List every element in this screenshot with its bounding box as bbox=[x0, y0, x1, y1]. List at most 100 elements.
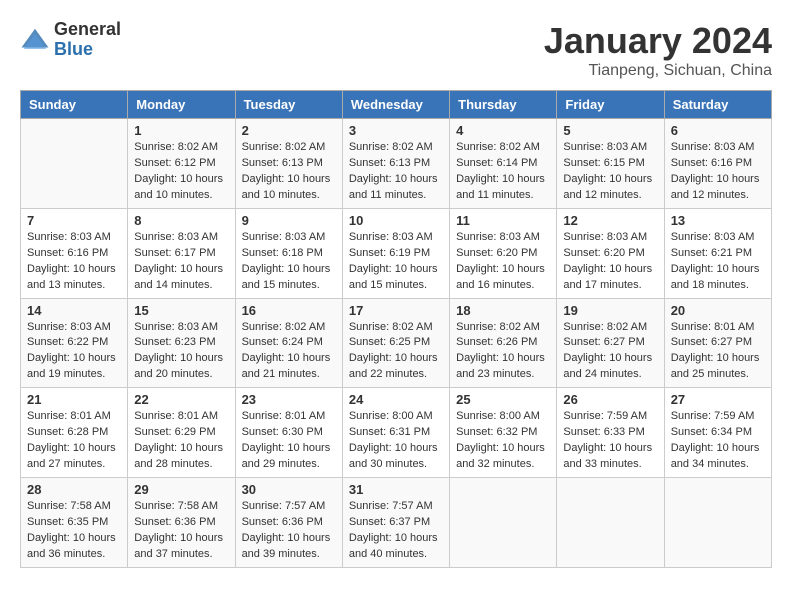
day-number: 15 bbox=[134, 303, 228, 318]
header-day: Saturday bbox=[664, 91, 771, 119]
calendar-day-cell: 5Sunrise: 8:03 AM Sunset: 6:15 PM Daylig… bbox=[557, 119, 664, 209]
day-number: 10 bbox=[349, 213, 443, 228]
day-info: Sunrise: 8:01 AM Sunset: 6:29 PM Dayligh… bbox=[134, 409, 228, 473]
day-number: 24 bbox=[349, 392, 443, 407]
calendar-day-cell: 4Sunrise: 8:02 AM Sunset: 6:14 PM Daylig… bbox=[450, 119, 557, 209]
day-number: 12 bbox=[563, 213, 657, 228]
header-day: Sunday bbox=[21, 91, 128, 119]
day-info: Sunrise: 7:57 AM Sunset: 6:37 PM Dayligh… bbox=[349, 499, 443, 563]
day-info: Sunrise: 8:02 AM Sunset: 6:25 PM Dayligh… bbox=[349, 320, 443, 384]
calendar-day-cell: 31 Sunrise: 7:57 AM Sunset: 6:37 PM Dayli… bbox=[342, 478, 449, 568]
day-number: 14 bbox=[27, 303, 121, 318]
calendar-day-cell: 22 Sunrise: 8:01 AM Sunset: 6:29 PM Dayli… bbox=[128, 388, 235, 478]
calendar-day-cell: 24 Sunrise: 8:00 AM Sunset: 6:31 PM Dayli… bbox=[342, 388, 449, 478]
day-info: Sunrise: 7:57 AM Sunset: 6:36 PM Dayligh… bbox=[242, 499, 336, 563]
calendar-week-row: 28 Sunrise: 7:58 AM Sunset: 6:35 PM Dayli… bbox=[21, 478, 772, 568]
logo: General Blue bbox=[20, 20, 121, 60]
calendar-week-row: 21 Sunrise: 8:01 AM Sunset: 6:28 PM Dayli… bbox=[21, 388, 772, 478]
day-info: Sunrise: 8:03 AM Sunset: 6:18 PM Dayligh… bbox=[242, 230, 336, 294]
day-number: 16 bbox=[242, 303, 336, 318]
calendar-day-cell: 23 Sunrise: 8:01 AM Sunset: 6:30 PM Dayli… bbox=[235, 388, 342, 478]
day-number: 28 bbox=[27, 482, 121, 497]
day-info: Sunrise: 8:03 AM Sunset: 6:20 PM Dayligh… bbox=[563, 230, 657, 294]
calendar-day-cell: 21 Sunrise: 8:01 AM Sunset: 6:28 PM Dayli… bbox=[21, 388, 128, 478]
calendar-week-row: 7 Sunrise: 8:03 AM Sunset: 6:16 PM Daylig… bbox=[21, 208, 772, 298]
calendar-header: SundayMondayTuesdayWednesdayThursdayFrid… bbox=[21, 91, 772, 119]
day-number: 18 bbox=[456, 303, 550, 318]
day-info: Sunrise: 7:58 AM Sunset: 6:35 PM Dayligh… bbox=[27, 499, 121, 563]
day-number: 5 bbox=[563, 123, 657, 138]
day-info: Sunrise: 8:02 AM Sunset: 6:27 PM Dayligh… bbox=[563, 320, 657, 384]
calendar-day-cell bbox=[21, 119, 128, 209]
calendar-day-cell: 29 Sunrise: 7:58 AM Sunset: 6:36 PM Dayli… bbox=[128, 478, 235, 568]
day-info: Sunrise: 8:03 AM Sunset: 6:19 PM Dayligh… bbox=[349, 230, 443, 294]
day-info: Sunrise: 8:03 AM Sunset: 6:21 PM Dayligh… bbox=[671, 230, 765, 294]
page-header: General Blue January 2024 Tianpeng, Sich… bbox=[20, 20, 772, 80]
title-block: January 2024 Tianpeng, Sichuan, China bbox=[544, 20, 772, 80]
header-day: Monday bbox=[128, 91, 235, 119]
calendar-day-cell: 16 Sunrise: 8:02 AM Sunset: 6:24 PM Dayli… bbox=[235, 298, 342, 388]
calendar-week-row: 1 Sunrise: 8:02 AM Sunset: 6:12 PM Daylig… bbox=[21, 119, 772, 209]
calendar-day-cell: 30 Sunrise: 7:57 AM Sunset: 6:36 PM Dayli… bbox=[235, 478, 342, 568]
calendar-body: 1 Sunrise: 8:02 AM Sunset: 6:12 PM Daylig… bbox=[21, 119, 772, 568]
calendar-day-cell: 10 Sunrise: 8:03 AM Sunset: 6:19 PM Dayli… bbox=[342, 208, 449, 298]
day-number: 21 bbox=[27, 392, 121, 407]
day-info: Sunrise: 8:03 AM Sunset: 6:23 PM Dayligh… bbox=[134, 320, 228, 384]
day-info: Sunrise: 7:59 AM Sunset: 6:33 PM Dayligh… bbox=[563, 409, 657, 473]
day-number: 25 bbox=[456, 392, 550, 407]
day-number: 9 bbox=[242, 213, 336, 228]
header-row: SundayMondayTuesdayWednesdayThursdayFrid… bbox=[21, 91, 772, 119]
header-day: Thursday bbox=[450, 91, 557, 119]
day-info: Sunrise: 8:01 AM Sunset: 6:28 PM Dayligh… bbox=[27, 409, 121, 473]
calendar-day-cell: 26 Sunrise: 7:59 AM Sunset: 6:33 PM Dayli… bbox=[557, 388, 664, 478]
calendar-table: SundayMondayTuesdayWednesdayThursdayFrid… bbox=[20, 90, 772, 568]
logo-blue: Blue bbox=[54, 40, 121, 60]
calendar-day-cell: 28 Sunrise: 7:58 AM Sunset: 6:35 PM Dayli… bbox=[21, 478, 128, 568]
day-number: 7 bbox=[27, 213, 121, 228]
calendar-day-cell bbox=[450, 478, 557, 568]
day-info: Sunrise: 7:58 AM Sunset: 6:36 PM Dayligh… bbox=[134, 499, 228, 563]
day-info: Sunrise: 8:02 AM Sunset: 6:24 PM Dayligh… bbox=[242, 320, 336, 384]
calendar-day-cell: 20Sunrise: 8:01 AM Sunset: 6:27 PM Dayli… bbox=[664, 298, 771, 388]
day-info: Sunrise: 8:03 AM Sunset: 6:16 PM Dayligh… bbox=[671, 140, 765, 204]
calendar-day-cell: 17Sunrise: 8:02 AM Sunset: 6:25 PM Dayli… bbox=[342, 298, 449, 388]
day-info: Sunrise: 8:02 AM Sunset: 6:14 PM Dayligh… bbox=[456, 140, 550, 204]
day-info: Sunrise: 8:03 AM Sunset: 6:17 PM Dayligh… bbox=[134, 230, 228, 294]
calendar-day-cell: 2Sunrise: 8:02 AM Sunset: 6:13 PM Daylig… bbox=[235, 119, 342, 209]
calendar-day-cell: 25Sunrise: 8:00 AM Sunset: 6:32 PM Dayli… bbox=[450, 388, 557, 478]
day-info: Sunrise: 8:02 AM Sunset: 6:26 PM Dayligh… bbox=[456, 320, 550, 384]
day-number: 30 bbox=[242, 482, 336, 497]
day-number: 29 bbox=[134, 482, 228, 497]
calendar-day-cell bbox=[557, 478, 664, 568]
day-number: 1 bbox=[134, 123, 228, 138]
day-info: Sunrise: 7:59 AM Sunset: 6:34 PM Dayligh… bbox=[671, 409, 765, 473]
day-number: 31 bbox=[349, 482, 443, 497]
calendar-day-cell: 13Sunrise: 8:03 AM Sunset: 6:21 PM Dayli… bbox=[664, 208, 771, 298]
day-number: 3 bbox=[349, 123, 443, 138]
calendar-day-cell: 11Sunrise: 8:03 AM Sunset: 6:20 PM Dayli… bbox=[450, 208, 557, 298]
day-number: 26 bbox=[563, 392, 657, 407]
day-number: 22 bbox=[134, 392, 228, 407]
day-number: 2 bbox=[242, 123, 336, 138]
day-info: Sunrise: 8:02 AM Sunset: 6:12 PM Dayligh… bbox=[134, 140, 228, 204]
day-info: Sunrise: 8:01 AM Sunset: 6:30 PM Dayligh… bbox=[242, 409, 336, 473]
calendar-day-cell: 9 Sunrise: 8:03 AM Sunset: 6:18 PM Daylig… bbox=[235, 208, 342, 298]
day-number: 23 bbox=[242, 392, 336, 407]
calendar-day-cell: 27 Sunrise: 7:59 AM Sunset: 6:34 PM Dayli… bbox=[664, 388, 771, 478]
day-info: Sunrise: 8:00 AM Sunset: 6:31 PM Dayligh… bbox=[349, 409, 443, 473]
location: Tianpeng, Sichuan, China bbox=[544, 62, 772, 80]
calendar-day-cell: 1 Sunrise: 8:02 AM Sunset: 6:12 PM Daylig… bbox=[128, 119, 235, 209]
calendar-day-cell bbox=[664, 478, 771, 568]
day-info: Sunrise: 8:03 AM Sunset: 6:22 PM Dayligh… bbox=[27, 320, 121, 384]
day-number: 20 bbox=[671, 303, 765, 318]
calendar-day-cell: 19Sunrise: 8:02 AM Sunset: 6:27 PM Dayli… bbox=[557, 298, 664, 388]
calendar-day-cell: 12 Sunrise: 8:03 AM Sunset: 6:20 PM Dayli… bbox=[557, 208, 664, 298]
header-day: Wednesday bbox=[342, 91, 449, 119]
day-number: 11 bbox=[456, 213, 550, 228]
day-number: 6 bbox=[671, 123, 765, 138]
header-day: Friday bbox=[557, 91, 664, 119]
calendar-day-cell: 3Sunrise: 8:02 AM Sunset: 6:13 PM Daylig… bbox=[342, 119, 449, 209]
logo-general: General bbox=[54, 20, 121, 40]
day-number: 27 bbox=[671, 392, 765, 407]
day-info: Sunrise: 8:03 AM Sunset: 6:16 PM Dayligh… bbox=[27, 230, 121, 294]
